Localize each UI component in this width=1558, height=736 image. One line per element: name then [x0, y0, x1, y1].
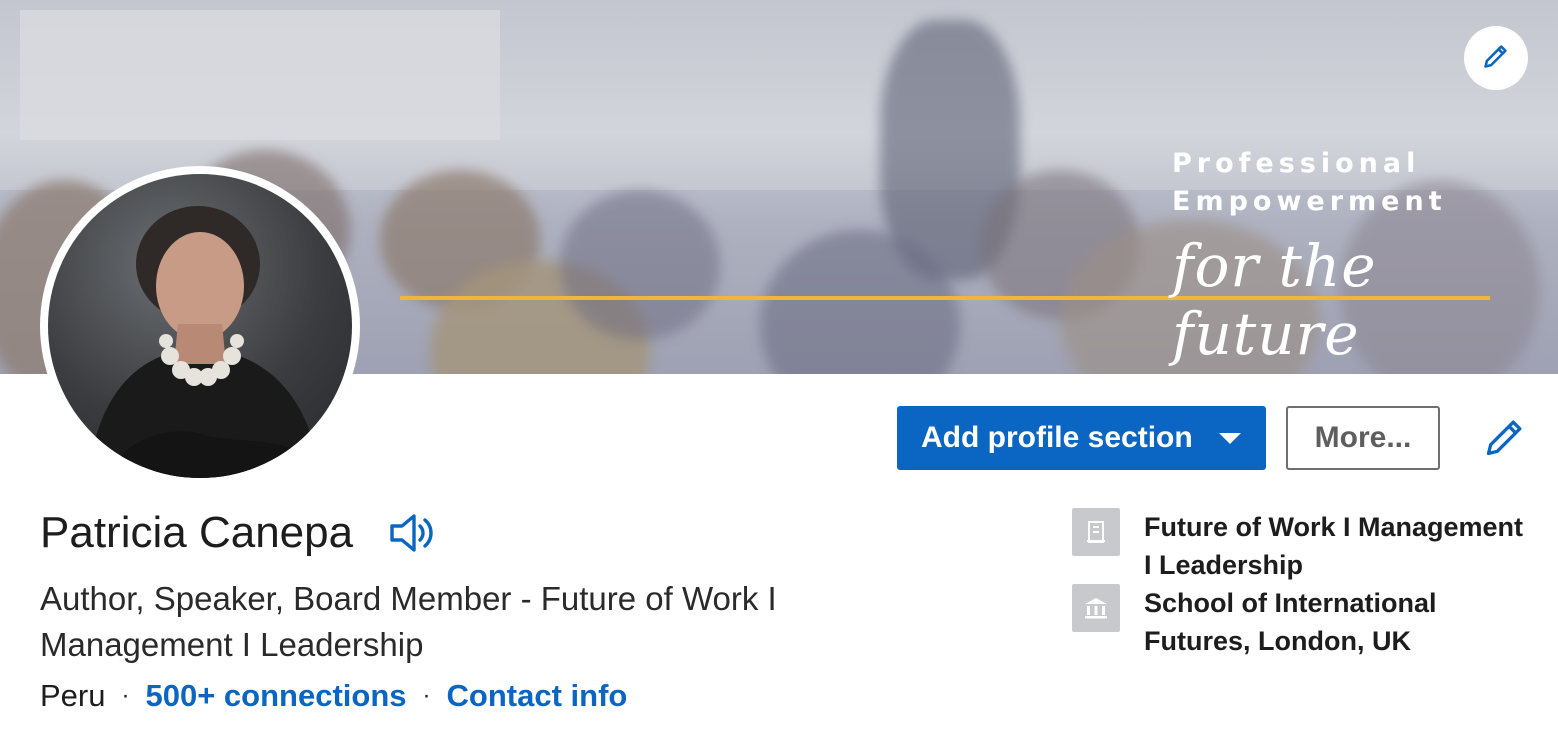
pencil-icon: [1482, 42, 1510, 75]
current-position-label: Future of Work I Management I Leadership: [1144, 512, 1524, 580]
pencil-icon: [1483, 415, 1527, 464]
profile-name: Patricia Canepa: [40, 508, 354, 557]
speaker-icon: [388, 514, 436, 558]
profile-headline: Author, Speaker, Board Member - Future o…: [40, 580, 777, 663]
cover-whiteboard: [20, 10, 500, 140]
edit-intro-button[interactable]: [1480, 414, 1530, 464]
caret-down-icon: [1219, 433, 1241, 444]
cover-tagline-script: for the future: [1172, 232, 1377, 368]
education-label: School of International Futures, London,…: [1144, 588, 1437, 656]
contact-info-link[interactable]: Contact info: [447, 678, 628, 714]
add-profile-section-label: Add profile section: [921, 421, 1193, 454]
name-pronunciation-button[interactable]: [388, 512, 436, 554]
current-position-item[interactable]: Future of Work I Management I Leadership: [1072, 508, 1532, 584]
building-icon: [1072, 508, 1120, 556]
school-icon: [1072, 584, 1120, 632]
separator-dot: ·: [422, 682, 431, 709]
cover-tagline-line1: Professional: [1172, 148, 1421, 179]
cover-audience-5: [560, 190, 720, 340]
profile-meta: Peru · 500+ connections · Contact info: [40, 678, 627, 714]
more-button-label: More...: [1314, 421, 1412, 454]
edit-cover-button[interactable]: [1464, 26, 1528, 90]
more-button[interactable]: More...: [1286, 406, 1440, 470]
education-item[interactable]: School of International Futures, London,…: [1072, 584, 1532, 660]
profile-photo: [48, 174, 352, 478]
avatar[interactable]: [40, 166, 360, 486]
connections-link[interactable]: 500+ connections: [145, 678, 406, 714]
profile-location: Peru: [40, 678, 106, 713]
cover-tagline-line2: Empowerment: [1172, 186, 1447, 217]
separator-dot: ·: [121, 682, 130, 709]
add-profile-section-button[interactable]: Add profile section: [897, 406, 1266, 470]
